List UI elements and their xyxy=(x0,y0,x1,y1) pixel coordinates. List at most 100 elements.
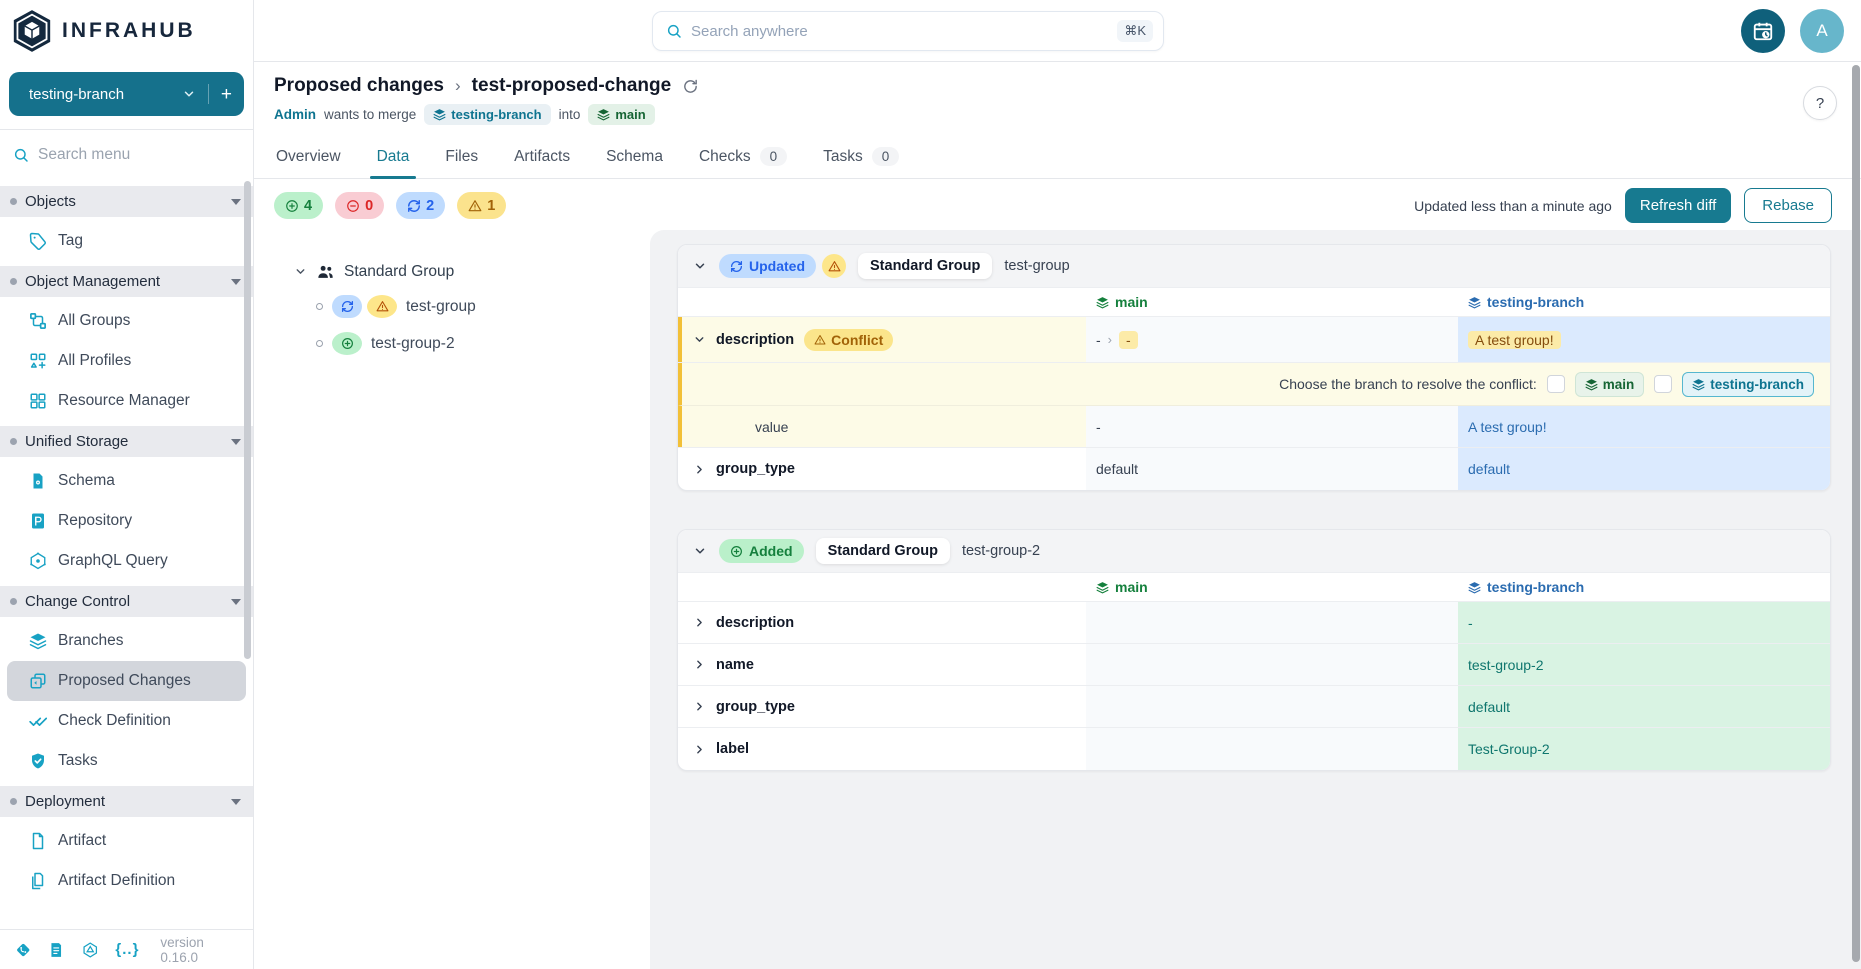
chevron-right-icon[interactable] xyxy=(693,658,706,671)
merge-text: into xyxy=(559,107,581,122)
sidebar-item-artifact-definition[interactable]: Artifact Definition xyxy=(0,861,253,901)
target-branch-badge: main xyxy=(588,104,654,125)
chevron-right-icon[interactable] xyxy=(693,700,706,713)
resolve-branch-checkbox[interactable] xyxy=(1654,375,1672,393)
tasks-count-badge: 0 xyxy=(872,147,900,166)
circle-minus-icon xyxy=(346,199,360,213)
resolve-branch-option[interactable]: testing-branch xyxy=(1682,372,1814,397)
sidebar-item-repository[interactable]: Repository xyxy=(0,501,253,541)
branch-icon xyxy=(1096,581,1109,594)
tab-label: Artifacts xyxy=(514,148,570,166)
menu-section-unified-storage[interactable]: Unified Storage xyxy=(0,426,253,457)
sidebar-item-tag[interactable]: Tag xyxy=(0,221,253,261)
sidebar-item-schema[interactable]: Schema xyxy=(0,461,253,501)
conflict-count-badge: 1 xyxy=(457,192,506,219)
git-icon[interactable] xyxy=(15,941,31,959)
tab-schema[interactable]: Schema xyxy=(606,135,663,178)
breadcrumb-root[interactable]: Proposed changes xyxy=(274,75,444,97)
global-search[interactable]: ⌘K xyxy=(652,11,1164,51)
checks-count-badge: 0 xyxy=(760,147,788,166)
target-branch-label: main xyxy=(615,107,645,122)
sidebar-item-resource-manager[interactable]: Resource Manager xyxy=(0,381,253,421)
avatar[interactable]: A xyxy=(1800,9,1844,53)
diff-card-header[interactable]: Added Standard Group test-group-2 xyxy=(678,530,1830,572)
menu-section-change-control[interactable]: Change Control xyxy=(0,586,253,617)
tree-node-test-group-2[interactable]: test-group-2 xyxy=(316,332,650,355)
resolver-label: Choose the branch to resolve the conflic… xyxy=(1279,376,1537,392)
circle-plus-icon xyxy=(730,545,743,558)
bullet-icon xyxy=(316,340,323,347)
menu-search[interactable] xyxy=(0,130,253,180)
chevron-down-icon[interactable] xyxy=(693,544,707,558)
bullet-icon xyxy=(316,303,323,310)
sidebar-scrollbar[interactable] xyxy=(244,181,251,659)
attribute-row-label: label Test-Group-2 xyxy=(678,728,1830,770)
documents-icon xyxy=(29,872,47,890)
merge-summary: Admin wants to merge testing-branch into… xyxy=(274,104,1861,125)
menu-section-deployment[interactable]: Deployment xyxy=(0,786,253,817)
branch-value-cell: default xyxy=(1458,448,1830,490)
resolve-main-checkbox[interactable] xyxy=(1547,375,1565,393)
tree-node-standard-group[interactable]: Standard Group xyxy=(294,262,650,281)
chevron-right-icon[interactable] xyxy=(693,463,706,476)
sidebar-item-all-profiles[interactable]: All Profiles xyxy=(0,341,253,381)
global-search-input[interactable] xyxy=(691,23,1108,40)
removed-count-badge: 0 xyxy=(335,192,384,219)
menu-section-object-management[interactable]: Object Management xyxy=(0,266,253,297)
chevron-down-icon[interactable] xyxy=(693,333,706,346)
branch-selector[interactable]: testing-branch + xyxy=(9,72,244,116)
chevron-right-icon[interactable] xyxy=(693,616,706,629)
main-value-cell: - xyxy=(1086,406,1458,447)
sidebar-item-branches[interactable]: Branches xyxy=(0,621,253,661)
tree-node-test-group[interactable]: test-group xyxy=(316,295,650,318)
sidebar-item-label: Resource Manager xyxy=(58,392,190,410)
tab-tasks[interactable]: Tasks0 xyxy=(823,135,899,178)
added-status-pill: Added xyxy=(719,539,804,563)
tab-overview[interactable]: Overview xyxy=(276,135,341,178)
sidebar-item-graphql-query[interactable]: GraphQL Query xyxy=(0,541,253,581)
diff-tree-panel: Standard Group test-group test-group-2 xyxy=(254,230,650,969)
chevron-down-icon[interactable] xyxy=(693,259,707,273)
sidebar-item-check-definition[interactable]: Check Definition xyxy=(0,701,253,741)
branch-value-cell: Test-Group-2 xyxy=(1458,728,1830,770)
warning-icon xyxy=(468,199,482,213)
sidebar-item-tasks[interactable]: Tasks xyxy=(0,741,253,781)
docs-icon[interactable] xyxy=(48,941,64,959)
scrollbar-thumb[interactable] xyxy=(1852,65,1860,962)
attribute-name: description xyxy=(716,615,794,631)
branch-value-cell: A test group! xyxy=(1458,317,1830,362)
rebase-button[interactable]: Rebase xyxy=(1744,188,1832,223)
create-branch-button[interactable]: + xyxy=(221,85,232,104)
tab-artifacts[interactable]: Artifacts xyxy=(514,135,570,178)
tab-files[interactable]: Files xyxy=(445,135,478,178)
branch-value-cell: - xyxy=(1458,602,1830,643)
code-braces-icon[interactable]: {..} xyxy=(115,941,139,958)
resolve-main-option[interactable]: main xyxy=(1575,372,1645,397)
graphql-sandbox-icon[interactable] xyxy=(82,941,98,959)
page-scrollbar[interactable] xyxy=(1852,63,1861,969)
main-value: - xyxy=(1096,419,1101,435)
repository-icon xyxy=(29,512,47,530)
added-badge xyxy=(332,332,362,355)
chevron-right-icon[interactable] xyxy=(693,743,706,756)
tab-bar: Overview Data Files Artifacts Schema Che… xyxy=(254,135,1861,179)
sidebar-item-proposed-changes[interactable]: Proposed Changes xyxy=(7,661,246,701)
tab-data[interactable]: Data xyxy=(377,135,410,178)
double-check-icon xyxy=(29,712,47,730)
removed-count: 0 xyxy=(365,198,373,214)
sidebar: INFRAHUB testing-branch + Objects Tag Ob… xyxy=(0,0,254,969)
sidebar-item-artifact[interactable]: Artifact xyxy=(0,821,253,861)
sidebar-item-all-groups[interactable]: All Groups xyxy=(0,301,253,341)
app-logo[interactable]: INFRAHUB xyxy=(0,0,253,62)
attribute-row-description: description - xyxy=(678,602,1830,644)
menu-section-objects[interactable]: Objects xyxy=(0,186,253,217)
schedule-button[interactable] xyxy=(1741,9,1785,53)
refresh-icon[interactable] xyxy=(682,78,699,95)
diff-card-header[interactable]: Updated Standard Group test-group xyxy=(678,245,1830,287)
refresh-diff-button[interactable]: Refresh diff xyxy=(1625,188,1731,223)
branch-icon xyxy=(1468,296,1481,309)
menu-search-input[interactable] xyxy=(38,146,208,164)
help-button[interactable]: ? xyxy=(1803,86,1837,120)
tab-checks[interactable]: Checks0 xyxy=(699,135,787,178)
source-branch-badge: testing-branch xyxy=(424,104,550,125)
